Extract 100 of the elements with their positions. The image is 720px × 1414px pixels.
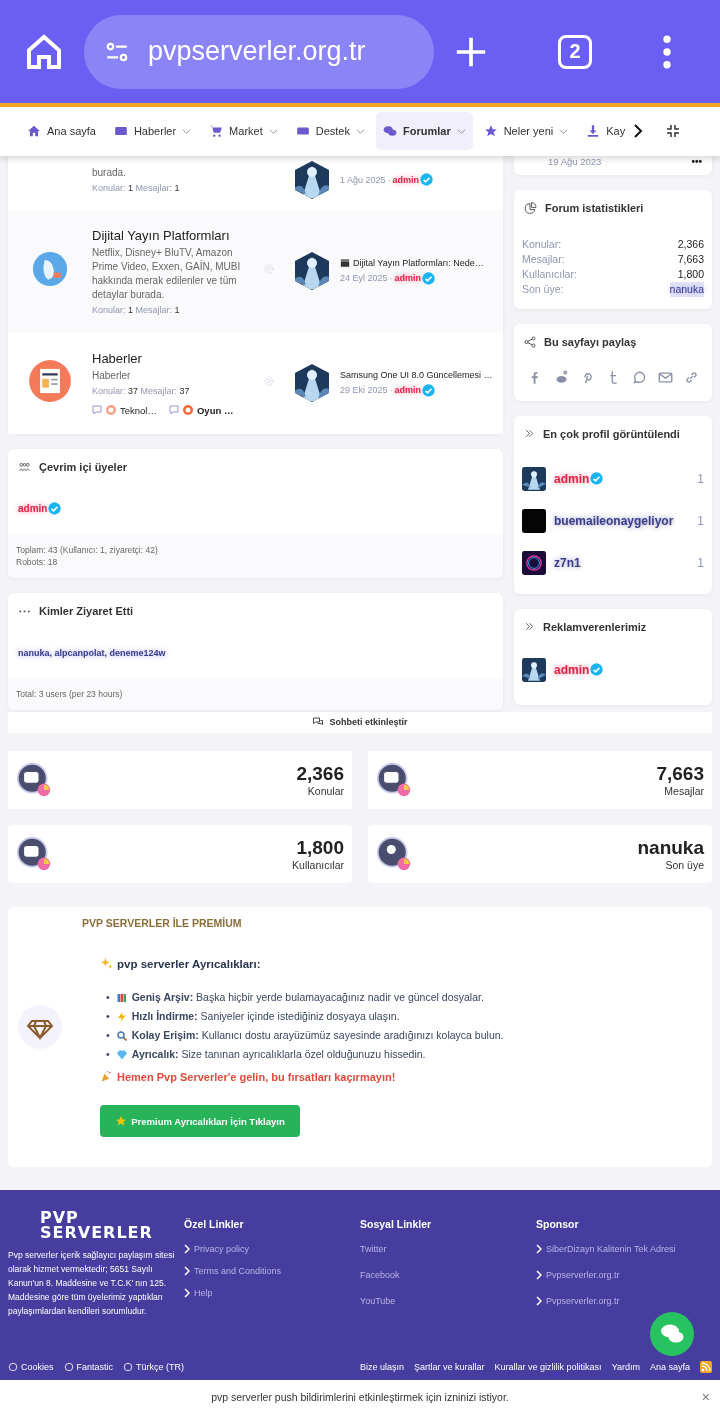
footer-link[interactable]: Privacy policy xyxy=(194,1243,249,1254)
download-icon xyxy=(586,124,601,139)
subforum-icon xyxy=(106,405,116,416)
stat-value: 1,800 xyxy=(677,266,704,282)
username-link[interactable]: buemaileonaygeliyor xyxy=(554,513,674,528)
footer-about: Pvp serverler içerik sağlayıcı paylaşım sitesi olarak hizmet vermektedir; 5651 Sayılı Kanun'un 8. Maddesine ve T.C.K' nın 125. Maddesine göre tüm üyelerimiz yaptıkları paylaşımlardan kendileri sorumludur. xyxy=(8,1248,176,1318)
subforum-link[interactable]: Teknol… xyxy=(120,404,157,416)
stat-label: Kullanıcılar xyxy=(292,859,344,872)
footer-link[interactable]: Ana sayfa xyxy=(649,1362,690,1373)
footer-link[interactable]: Pvpserverler.org.tr xyxy=(546,1295,620,1306)
footer-heading: Sponsor xyxy=(536,1217,580,1230)
footer-link[interactable]: Pvpserverler.org.tr xyxy=(546,1269,620,1280)
last-post-link[interactable]: Samsung One UI 8.0 Güncellemesi … xyxy=(340,369,493,380)
post-date: 29 Eki 2025 xyxy=(340,385,388,396)
forum-description: Netflix, Disney+ BluTV, Amazon Prime Video, Exxen, GAİN, MUBI hakkında merak edilenler ve tüm detaylar burada. xyxy=(92,245,242,302)
chevron-icon xyxy=(536,1243,542,1254)
chevron-icon xyxy=(536,1295,542,1306)
nav-tab[interactable]: Destek xyxy=(288,112,372,151)
username-link[interactable]: admin xyxy=(392,174,420,185)
footer-link[interactable]: Şartlar ve kurallar xyxy=(414,1362,485,1373)
star-icon xyxy=(483,124,498,139)
tab-count-button[interactable]: 2 xyxy=(558,34,592,69)
card-title: Forum istatistikleri xyxy=(545,202,644,215)
stat-label: Konular: xyxy=(522,236,562,252)
subforum-link[interactable]: Oyun … xyxy=(196,404,234,416)
chat-button[interactable] xyxy=(650,1312,694,1357)
gem-icon xyxy=(115,1048,128,1061)
footer-link[interactable]: SiberDizayn Kalitenin Tek Adresi xyxy=(546,1243,676,1254)
share-icon xyxy=(524,335,536,348)
comment-icon xyxy=(168,405,179,416)
bullet: • xyxy=(106,990,110,1006)
forum-title[interactable]: Dijital Yayın Platformları xyxy=(92,227,244,243)
footer-link[interactable]: Twitter xyxy=(360,1243,387,1254)
rss-icon[interactable] xyxy=(700,1361,712,1374)
username-link[interactable]: admin xyxy=(394,273,422,284)
forum-title[interactable]: Haberler xyxy=(92,350,244,366)
verified-badge-icon xyxy=(422,383,436,397)
view-count: 1 xyxy=(697,513,704,528)
chat-toggle-button[interactable]: Sohbeti etkinleştir xyxy=(8,711,712,734)
stat-value: 2,366 xyxy=(296,763,344,786)
post-date: 24 Eyl 2025 xyxy=(340,273,388,284)
username-link[interactable]: admin xyxy=(18,502,48,514)
visitor-total: Total: 3 users (per 23 hours) xyxy=(16,687,124,700)
nav-tab[interactable]: Ana sayfa xyxy=(20,112,103,151)
footer-link[interactable]: YouTube xyxy=(360,1295,396,1306)
footer-link[interactable]: Facebook xyxy=(360,1269,400,1280)
site-logo[interactable]: PVP SERVERLER xyxy=(8,1209,184,1240)
stat-value: 7,663 xyxy=(677,251,704,267)
username-link[interactable]: admin xyxy=(394,385,422,396)
stat-label: Son üye xyxy=(664,859,704,872)
sparkles-icon xyxy=(100,957,113,971)
caret-icon xyxy=(356,126,365,136)
verified-badge-icon xyxy=(420,173,434,187)
separator: · xyxy=(389,385,393,396)
cta-text: Hemen Pvp Serverler'e gelin, bu fırsatları kaçırmayın! xyxy=(117,1070,396,1083)
magnifier-icon xyxy=(115,1029,128,1042)
mail-icon[interactable] xyxy=(657,369,673,385)
username-link[interactable]: admin xyxy=(554,662,590,677)
link-icon[interactable] xyxy=(683,369,699,385)
stat-value: 7,663 xyxy=(656,763,704,786)
nav-tab[interactable]: Market xyxy=(202,112,285,151)
benefit-text: Geniş Arşiv: Başka hiçbir yerde bulamayacağınız nadir ve güncel dosyalar. xyxy=(131,990,484,1006)
forum-icon xyxy=(32,251,68,288)
footer-heading: Sosyal Linkler xyxy=(360,1217,433,1230)
card-title: Çevrim içi üyeler xyxy=(39,461,128,474)
stat-label: Mesajlar: xyxy=(522,251,565,267)
close-button[interactable]: × xyxy=(701,1389,710,1406)
view-count: 1 xyxy=(697,471,704,486)
nav-tab[interactable]: Haberler xyxy=(106,112,199,151)
url-text: pvpserverler.org.tr xyxy=(148,36,366,67)
party-popper-icon xyxy=(100,1070,113,1084)
footer-link[interactable]: Türkçe (TR) xyxy=(136,1362,185,1373)
footer-link[interactable]: Bize ulaşın xyxy=(360,1362,405,1373)
username-link[interactable]: z7n1 xyxy=(554,555,581,570)
benefit-text: Kolay Erişim: Kullanıcı dostu arayüzümüz sayesinde aradığınızı kolayca bulun. xyxy=(131,1028,504,1044)
stat-icon xyxy=(16,762,52,799)
footer-link[interactable]: Yardım xyxy=(611,1362,640,1373)
nav-tab[interactable]: Forumlar xyxy=(376,112,473,151)
visitor-names[interactable]: nanuka, alpcanpolat, deneme124w xyxy=(18,647,166,658)
more-button[interactable]: ••• xyxy=(691,155,702,167)
forum-stats: Konular: 37 Mesajlar: 37 xyxy=(92,385,191,396)
collapse-icon[interactable] xyxy=(666,124,681,139)
forum-stats: Konular: 1 Mesajlar: 1 xyxy=(92,304,181,315)
chevron-icon xyxy=(184,1243,190,1254)
nav-tab[interactable]: Neler yeni xyxy=(476,112,576,151)
chevron-right-icon[interactable] xyxy=(632,124,645,139)
username-link[interactable]: admin xyxy=(554,471,590,486)
footer-link[interactable]: Help xyxy=(194,1287,213,1298)
nav-tab[interactable]: Kay xyxy=(579,112,633,151)
stat-label: Son üye: xyxy=(522,281,564,297)
footer-link[interactable]: Terms and Conditions xyxy=(194,1265,282,1276)
menu-icon[interactable] xyxy=(662,34,672,69)
last-post-link[interactable]: Dijital Yayın Platformları: Nede… xyxy=(353,257,484,268)
footer-link[interactable]: Cookies xyxy=(21,1362,54,1373)
footer-link[interactable]: Kurallar ve gizlilik politikası xyxy=(494,1362,602,1373)
benefit-text: Ayrıcalık: Size tanınan ayrıcalıklarla özel olduğunuzu hissedin. xyxy=(131,1047,426,1063)
footer-link[interactable]: Fantastic xyxy=(76,1362,114,1373)
separator: · xyxy=(387,174,391,185)
settings-icon xyxy=(262,374,276,389)
whatsapp-icon[interactable] xyxy=(631,369,647,385)
